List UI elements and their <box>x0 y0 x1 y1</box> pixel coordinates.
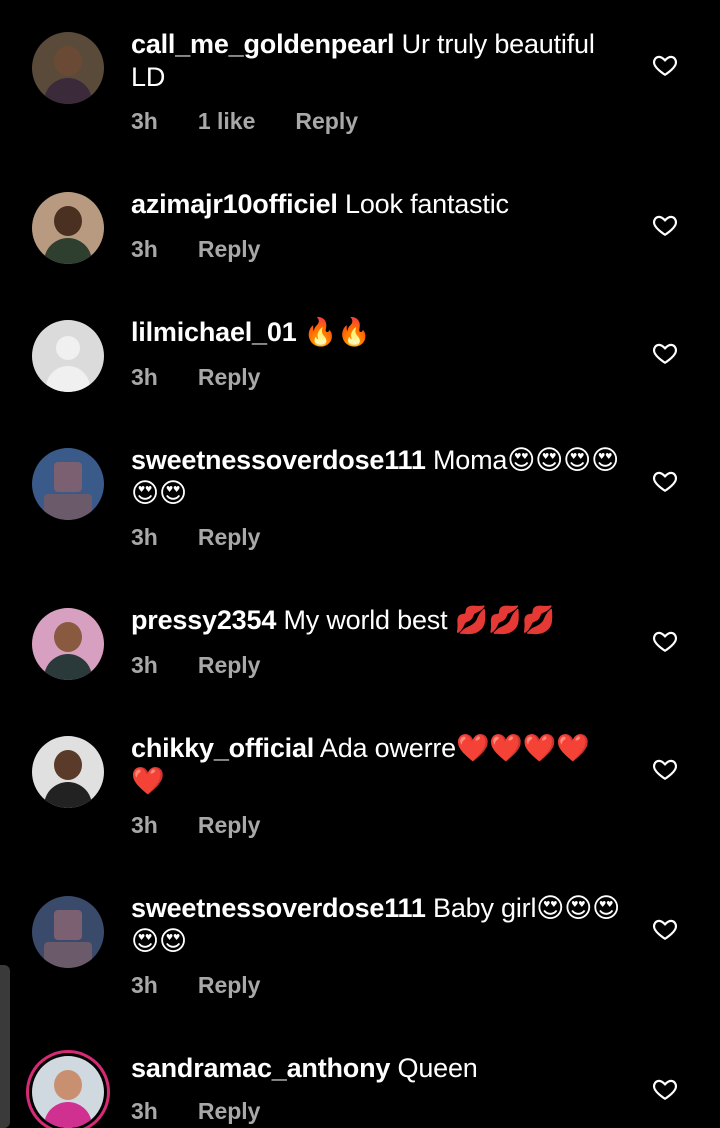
comment-time: 3h <box>131 108 158 134</box>
comment-body: call_me_goldenpearl Ur truly beautiful L… <box>131 28 621 94</box>
heart-outline-icon[interactable] <box>652 1076 678 1102</box>
comment-username[interactable]: sweetnessoverdose111 <box>131 893 426 923</box>
reply-button[interactable]: Reply <box>198 972 261 999</box>
comment-meta: 3h Reply <box>131 972 260 999</box>
avatar[interactable] <box>32 1056 104 1128</box>
reply-button[interactable]: Reply <box>198 236 261 263</box>
comment-time: 3h <box>131 364 158 390</box>
heart-outline-icon[interactable] <box>652 628 678 654</box>
heart-outline-icon[interactable] <box>652 52 678 78</box>
avatar[interactable] <box>32 608 104 680</box>
comment-body: sandramac_anthony Queen <box>131 1052 621 1085</box>
comment-time: 3h <box>131 524 158 550</box>
comment-time: 3h <box>131 972 158 998</box>
heart-outline-icon[interactable] <box>652 468 678 494</box>
comment-meta: 3h 1 like Reply <box>131 108 358 135</box>
avatar[interactable] <box>32 896 104 968</box>
comment-body: sweetnessoverdose111 Moma😍😍😍😍😍😍 <box>131 444 621 510</box>
comment-meta: 3h Reply <box>131 524 260 551</box>
comment-username[interactable]: azimajr10officiel <box>131 189 338 219</box>
avatar[interactable] <box>32 192 104 264</box>
comment-body: pressy2354 My world best 💋💋💋 <box>131 604 621 637</box>
heart-outline-icon[interactable] <box>652 212 678 238</box>
heart-outline-icon[interactable] <box>652 916 678 942</box>
comment-username[interactable]: lilmichael_01 <box>131 317 297 347</box>
heart-outline-icon[interactable] <box>652 756 678 782</box>
avatar[interactable] <box>32 32 104 104</box>
comment-username[interactable]: pressy2354 <box>131 605 276 635</box>
avatar[interactable] <box>32 448 104 520</box>
comment-text: Look fantastic <box>345 189 509 219</box>
comment-username[interactable]: chikky_official <box>131 733 314 763</box>
comment-likes[interactable]: 1 like <box>198 108 256 135</box>
comment-body: azimajr10officiel Look fantastic <box>131 188 621 221</box>
comment-username[interactable]: sandramac_anthony <box>131 1053 390 1083</box>
comment-body: lilmichael_01 🔥🔥 <box>131 316 621 349</box>
comment-text: Queen <box>397 1053 478 1083</box>
comment-body: sweetnessoverdose111 Baby girl😍😍😍😍😍 <box>131 892 621 958</box>
comment-time: 3h <box>131 1098 158 1124</box>
comment-text: 🔥🔥 <box>303 317 371 347</box>
reply-button[interactable]: Reply <box>198 652 261 679</box>
reply-button[interactable]: Reply <box>198 812 261 839</box>
comment-text: My world best 💋💋💋 <box>283 605 555 635</box>
heart-outline-icon[interactable] <box>652 340 678 366</box>
avatar[interactable] <box>32 320 104 392</box>
comment-username[interactable]: call_me_goldenpearl <box>131 29 395 59</box>
comment-time: 3h <box>131 652 158 678</box>
reply-button[interactable]: Reply <box>198 1098 261 1125</box>
comment-meta: 3h Reply <box>131 364 260 391</box>
comment-meta: 3h Reply <box>131 1098 260 1125</box>
comment-time: 3h <box>131 236 158 262</box>
comment-username[interactable]: sweetnessoverdose111 <box>131 445 426 475</box>
reply-button[interactable]: Reply <box>198 364 261 391</box>
reply-button[interactable]: Reply <box>295 108 358 135</box>
avatar[interactable] <box>32 736 104 808</box>
comment-time: 3h <box>131 812 158 838</box>
reply-button[interactable]: Reply <box>198 524 261 551</box>
comment-meta: 3h Reply <box>131 236 260 263</box>
comment-body: chikky_official Ada owerre❤️❤️❤️❤️❤️ <box>131 732 621 798</box>
comment-meta: 3h Reply <box>131 812 260 839</box>
scrollbar[interactable] <box>0 965 10 1128</box>
comment-meta: 3h Reply <box>131 652 260 679</box>
